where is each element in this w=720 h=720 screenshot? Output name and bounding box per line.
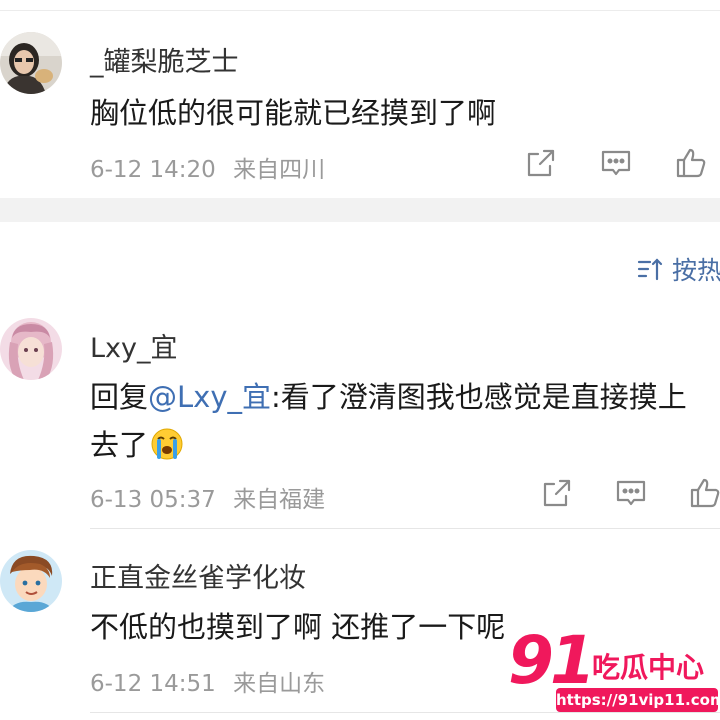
- comment-date: 6-12 14:20: [90, 157, 216, 183]
- sort-icon: [637, 258, 663, 281]
- avatar[interactable]: [0, 318, 62, 380]
- sort-toggle[interactable]: 按热: [636, 252, 720, 286]
- like-icon[interactable]: [688, 476, 720, 510]
- comment-text: 不低的也摸到了啊 还推了一下呢: [90, 610, 506, 644]
- comment-meta: 6-12 14:51 来自山东: [90, 664, 335, 698]
- avatar[interactable]: [0, 32, 62, 94]
- comment-date: 6-13 05:37: [90, 487, 216, 513]
- comment-meta: 6-13 05:37 来自福建: [90, 480, 335, 514]
- share-icon[interactable]: [540, 476, 574, 510]
- comment-divider: [90, 528, 720, 529]
- section-gap: [0, 198, 720, 222]
- username[interactable]: _罐梨脆芝士: [90, 40, 239, 79]
- comment-meta: 6-12 14:20 来自四川: [90, 150, 335, 184]
- sort-label: 按热: [672, 256, 720, 285]
- username[interactable]: Lxy_宜: [90, 326, 178, 365]
- watermark-logo: 91 吃瓜中心 https://91vip11.com: [508, 628, 720, 720]
- avatar[interactable]: [0, 550, 62, 612]
- comment-location: 来自山东: [233, 671, 326, 697]
- comment-icon[interactable]: [599, 146, 633, 180]
- comment-text-line-1: 回复@Lxy_宜:看了澄清图我也感觉是直接摸上: [90, 374, 687, 416]
- comment-date: 6-12 14:51: [90, 671, 216, 697]
- top-divider: [0, 10, 720, 11]
- comment-text: 胸位低的很可能就已经摸到了啊: [90, 96, 497, 130]
- share-icon[interactable]: [524, 146, 558, 180]
- comment-location: 来自四川: [233, 157, 326, 183]
- comment-text-cont: 去了: [90, 428, 149, 462]
- comment-text: :看了澄清图我也感觉是直接摸上: [271, 380, 687, 414]
- mention-link[interactable]: @Lxy_宜: [148, 380, 271, 414]
- watermark-number: 91: [508, 622, 596, 699]
- reply-prefix: 回复: [90, 380, 149, 414]
- like-icon[interactable]: [674, 146, 708, 180]
- watermark-brand: 吃瓜中心: [592, 651, 705, 684]
- watermark-url: https://91vip11.com: [556, 688, 720, 712]
- comment-icon[interactable]: [614, 476, 648, 510]
- crying-face-emoji: [150, 427, 184, 461]
- username[interactable]: 正直金丝雀学化妆: [90, 556, 306, 595]
- comment-text-line-2: 去了: [90, 422, 184, 464]
- comment-location: 来自福建: [233, 487, 326, 513]
